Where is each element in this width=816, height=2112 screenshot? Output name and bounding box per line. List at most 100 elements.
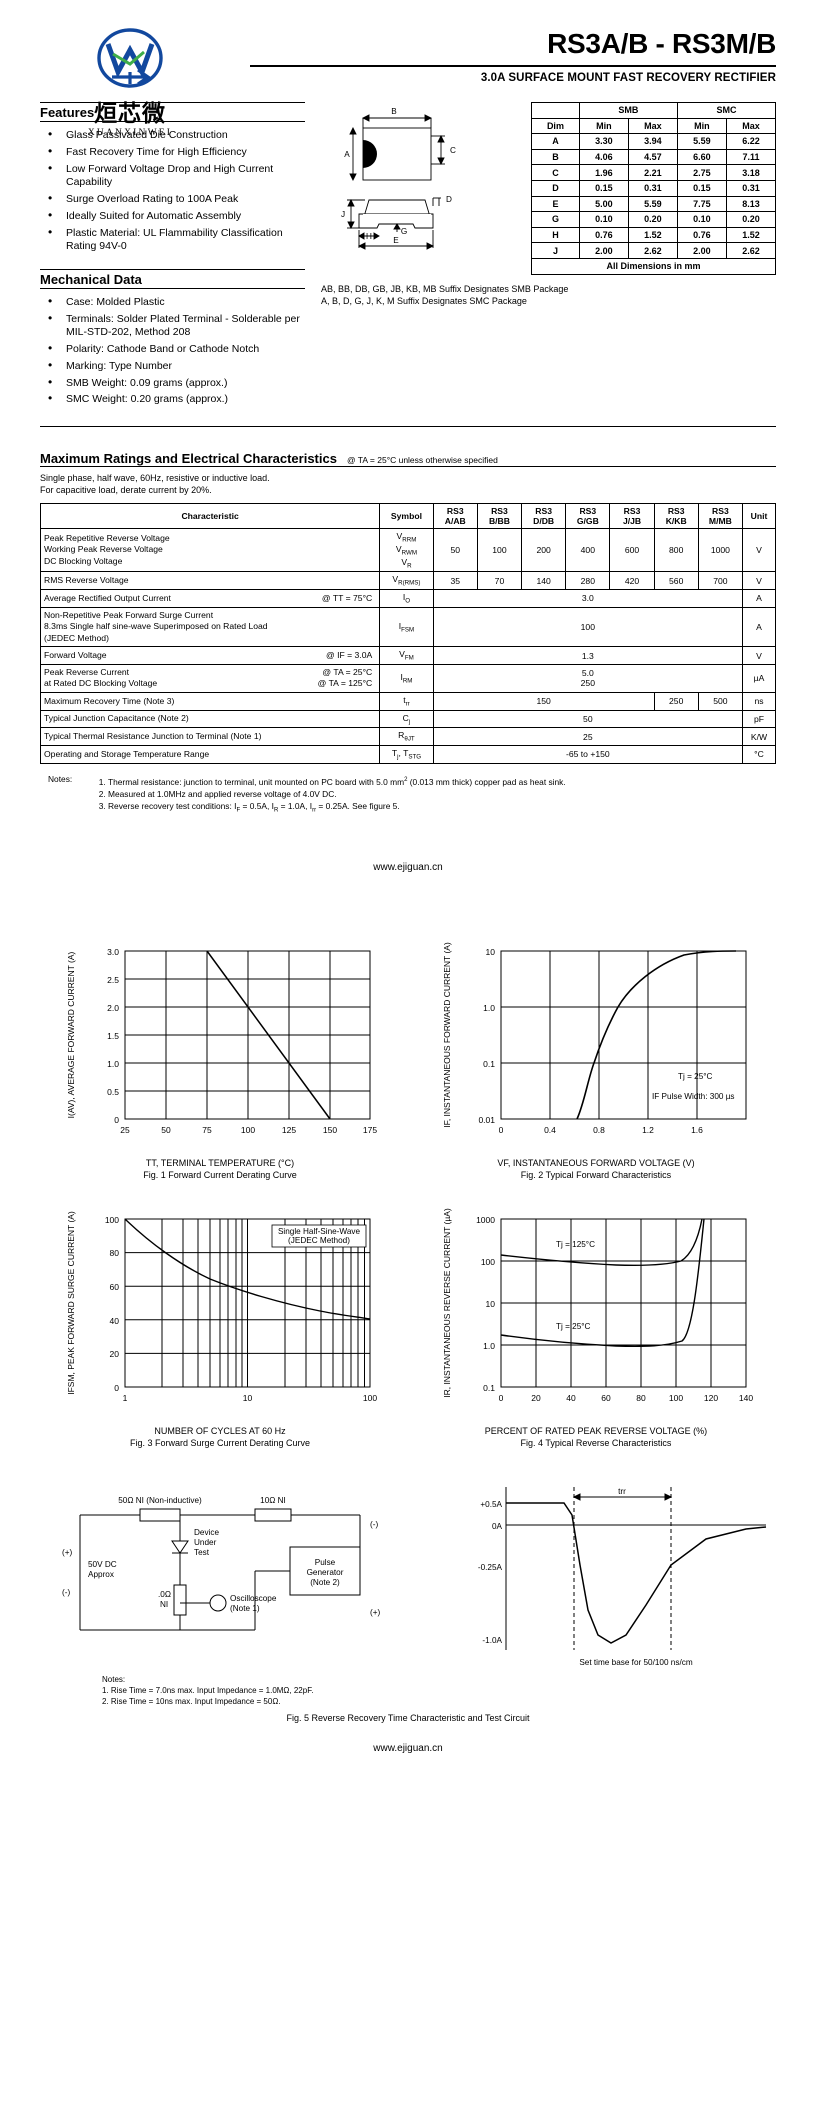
dimensions-table: SMB SMC Dim Min Max Min Max A 3.30 3.94 5.5… <box>531 102 777 275</box>
cell-250: 250 <box>653 691 699 711</box>
xtick: 1.6 <box>691 1125 703 1135</box>
row-condition-irm-125: @ TA = 125°C <box>317 678 373 689</box>
xtick: 0.4 <box>544 1125 556 1135</box>
cell: 1.52 <box>627 226 678 244</box>
xtick: 20 <box>531 1393 541 1403</box>
row-symbol-trr: trr <box>379 691 434 711</box>
cell: 0.76 <box>578 226 629 244</box>
cell: 200 <box>521 528 567 573</box>
cell: G <box>531 211 580 228</box>
dim-label-e: E <box>393 236 399 245</box>
cell: 800 <box>653 528 699 573</box>
dim-label-g: G <box>401 227 407 236</box>
col-part-4: RS3 J/JB <box>609 503 655 530</box>
table-row: H 0.76 1.52 0.76 1.52 <box>531 226 777 244</box>
datasheet-page: 烜芯微 XUANXINWEI RS3A/B - RS3M/B 3.0A SURF… <box>0 0 816 2112</box>
row-label-vrms: RMS Reverse Voltage <box>39 571 381 591</box>
right-column: B A C D J H G E SMB SMC Dim Min Max Min … <box>305 102 777 410</box>
col-symbol: Symbol <box>379 503 434 530</box>
cell: J <box>531 242 580 259</box>
cell-unit: K/W <box>741 727 777 747</box>
ytick: 80 <box>110 1248 120 1258</box>
xtick: 60 <box>601 1393 611 1403</box>
column-header: Min <box>676 117 727 135</box>
table-row: Peak Repetitive Reverse Voltage Working … <box>39 528 777 573</box>
test-circuit-diagram: 50Ω NI (Non-inductive) 10Ω NI Device Und… <box>62 1496 381 1631</box>
table-row: A 3.30 3.94 5.59 6.22 <box>531 133 777 150</box>
col-part-2: RS3 D/DB <box>521 503 567 530</box>
wf-ytick-2: -0.25A <box>478 1563 503 1572</box>
cell-span: 5.0 250 <box>432 663 743 693</box>
charts-section: 3.0 2.5 2.0 1.5 1.0 0.5 0 25 50 75 100 1… <box>40 939 776 1772</box>
cell-unit: A <box>741 606 777 648</box>
wf-trr-label: trr <box>618 1487 626 1496</box>
xtick: 1.2 <box>642 1125 654 1135</box>
xtick: 175 <box>363 1125 377 1135</box>
cell: A <box>531 133 580 150</box>
cell: E <box>531 195 580 213</box>
col-part-6: RS3 M/MB <box>697 503 743 530</box>
chart-ylabel: IFSM, PEAK FORWARD SURGE CURRENT (A) <box>66 1211 76 1395</box>
row-label-cj: Typical Junction Capacitance (Note 2) <box>39 709 381 729</box>
mechanical-data-heading: Mechanical Data <box>40 272 305 289</box>
label-dut-1: Device <box>194 1528 219 1537</box>
row-label-tjtstg: Operating and Storage Temperature Range <box>39 745 381 764</box>
cell: 0.10 <box>578 211 629 228</box>
website-footer-link[interactable]: www.ejiguan.cn <box>40 1743 776 1772</box>
ytick: 2.5 <box>107 975 119 985</box>
cell-span: 50 <box>432 709 743 729</box>
fig5-caption: Fig. 5 Reverse Recovery Time Characteris… <box>286 1712 530 1723</box>
recovery-waveform-diagram: +0.5A 0A -0.25A -1.0A trr Set time base … <box>478 1486 767 1667</box>
chart-xlabel: NUMBER OF CYCLES AT 60 Hz <box>154 1425 286 1436</box>
notes-label: Notes: <box>48 773 73 784</box>
table-row: D 0.15 0.31 0.15 0.31 <box>531 179 777 197</box>
cell: 1000 <box>697 528 743 573</box>
chart-ylabel: IR, INSTANTANEOUS REVERSE CURRENT (µA) <box>442 1208 452 1398</box>
title-divider <box>250 65 776 67</box>
cell: 560 <box>653 571 699 591</box>
table-row: Typical Junction Capacitance (Note 2) Cj… <box>39 709 777 729</box>
ytick: 40 <box>110 1316 120 1326</box>
row-symbol-vrms: VR(RMS) <box>379 571 434 591</box>
cell-span: 100 <box>432 606 743 648</box>
dim-label-b: B <box>391 107 397 116</box>
cell: 6.60 <box>676 148 727 166</box>
table-row: Dim Min Max Min Max <box>531 117 777 135</box>
cell: C <box>531 164 580 181</box>
label-minus-right: (-) <box>370 1520 378 1529</box>
label-supply-approx: Approx <box>88 1570 114 1579</box>
xtick: 125 <box>282 1125 296 1135</box>
cell-unit: V <box>741 528 777 573</box>
chart-fig1: 3.0 2.5 2.0 1.5 1.0 0.5 0 25 50 75 100 1… <box>40 939 400 1181</box>
cell: 5.00 <box>578 195 629 213</box>
features-and-package-section: Features Glass Passivated Die Constructi… <box>40 102 777 410</box>
row-symbol-irm: IRM <box>379 663 434 693</box>
chart-annotation-wave: Single Half-Sine-Wave <box>278 1227 361 1236</box>
cell: 0.76 <box>676 226 727 244</box>
column-header: Min <box>578 117 629 135</box>
cell: B <box>531 148 580 166</box>
ytick: 1.5 <box>107 1031 119 1041</box>
website-link[interactable]: www.ejiguan.cn <box>40 862 776 873</box>
cell-span: 3.0 <box>432 589 743 608</box>
chart-annotation-tj125: Tj = 125°C <box>556 1240 595 1249</box>
ytick: 1.0 <box>107 1059 119 1069</box>
wf-ytick-0: +0.5A <box>480 1500 502 1509</box>
ytick: 10 <box>486 1299 496 1309</box>
ratings-header: Maximum Ratings and Electrical Character… <box>40 451 776 468</box>
ratings-condition: @ TA = 25°C unless otherwise specified <box>346 455 498 466</box>
suffix-designation-note: AB, BB, DB, GB, JB, KB, MB Suffix Design… <box>321 283 776 307</box>
table-row: Non-Repetitive Peak Forward Surge Curren… <box>39 606 777 648</box>
page-header: 烜芯微 XUANXINWEI RS3A/B - RS3M/B 3.0A SURF… <box>40 0 776 138</box>
cell: 2.62 <box>627 242 678 259</box>
chart-caption-fig2: VF, INSTANTANEOUS FORWARD VOLTAGE (V) Fi… <box>416 1157 776 1181</box>
list-item: Reverse recovery test conditions: IF = 0… <box>108 800 566 817</box>
list-item: Ideally Suited for Automatic Assembly <box>40 209 305 224</box>
table-header-row: Characteristic Symbol RS3 A/AB RS3 B/BB RS… <box>39 503 777 530</box>
xtick: 150 <box>323 1125 337 1135</box>
table-row: Peak Reverse Current @ TA = 25°C at Rated… <box>39 663 777 693</box>
list-item: Surge Overload Rating to 100A Peak <box>40 192 305 207</box>
chart-fig2: 10 1.0 0.1 0.01 0 0.4 0.8 1.2 1.6 IF, IN… <box>416 939 776 1181</box>
row-symbol-ifsm: IFSM <box>379 606 434 648</box>
cell: 0.10 <box>676 211 727 228</box>
